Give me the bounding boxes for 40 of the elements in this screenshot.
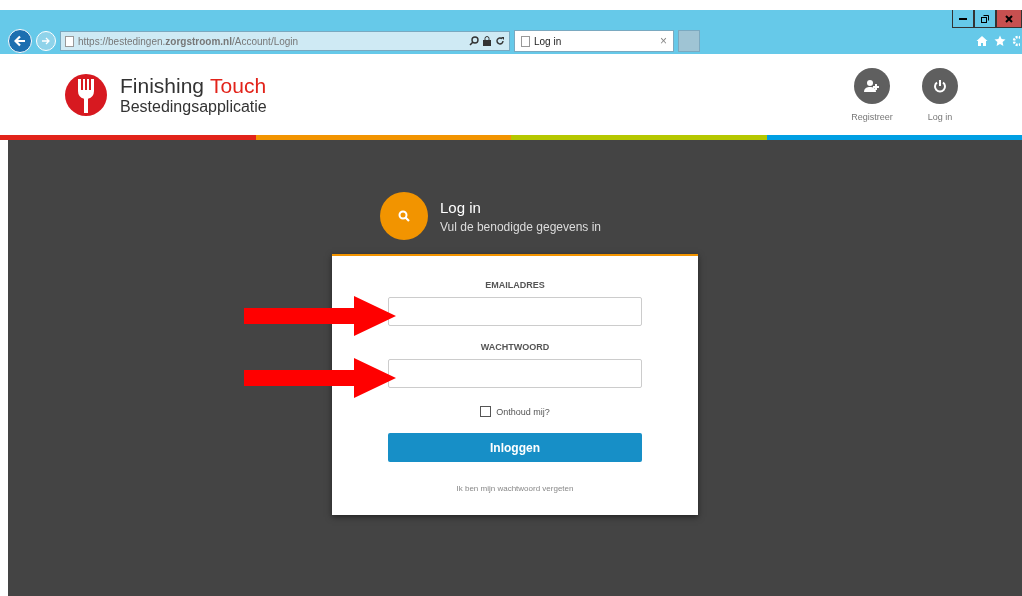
star-icon[interactable] — [994, 35, 1006, 47]
page-icon — [65, 35, 74, 47]
close-button[interactable] — [996, 10, 1022, 28]
arrow-left-icon — [14, 35, 26, 47]
login-title: Log in — [440, 198, 482, 216]
new-tab-button[interactable] — [678, 30, 700, 52]
home-icon[interactable] — [976, 35, 988, 47]
refresh-icon — [495, 36, 505, 46]
checkbox-label: Onthoud mij? — [496, 406, 550, 417]
field-label: WACHTWOORD — [480, 342, 550, 352]
lock-icon — [483, 36, 491, 46]
brand-accent: Touch — [210, 73, 267, 98]
add-user-icon — [864, 78, 880, 93]
input-field[interactable] — [388, 297, 642, 326]
restore-button[interactable] — [974, 10, 996, 28]
restore-icon — [981, 14, 989, 23]
login-button[interactable]: Inloggen — [388, 433, 642, 462]
login-subtitle: Vul de benodigde gegevens in — [440, 219, 602, 234]
checkbox[interactable] — [480, 406, 492, 417]
power-icon — [933, 78, 947, 93]
address-bar[interactable]: https://bestedingen.zorgstroom.nl/Account/Login — [60, 31, 510, 51]
tab-close-button[interactable]: × — [660, 34, 667, 48]
remember-checkbox[interactable]: Onthoud mij? — [480, 406, 550, 417]
field-label: EMAILADRES — [485, 280, 545, 290]
brand-name: Finishing — [120, 73, 205, 98]
page-icon — [521, 35, 530, 47]
brand-subtitle: Bestedingsapplicatie — [120, 97, 267, 116]
search-icon — [469, 36, 479, 46]
search-icon — [398, 210, 410, 222]
minimize-icon — [959, 17, 967, 20]
close-icon — [1005, 14, 1013, 23]
input-field[interactable] — [388, 359, 642, 388]
arrow-right-icon — [41, 36, 51, 46]
back-button[interactable] — [8, 29, 32, 53]
browser-tab[interactable]: Log in × — [514, 30, 674, 52]
tab-title: Log in — [534, 35, 562, 47]
forward-button[interactable] — [36, 31, 56, 51]
forgot-password-link[interactable]: Ik ben mijn wachtwoord vergeten — [456, 484, 574, 493]
fork-logo-icon — [64, 72, 108, 117]
minimize-button[interactable] — [952, 10, 974, 28]
